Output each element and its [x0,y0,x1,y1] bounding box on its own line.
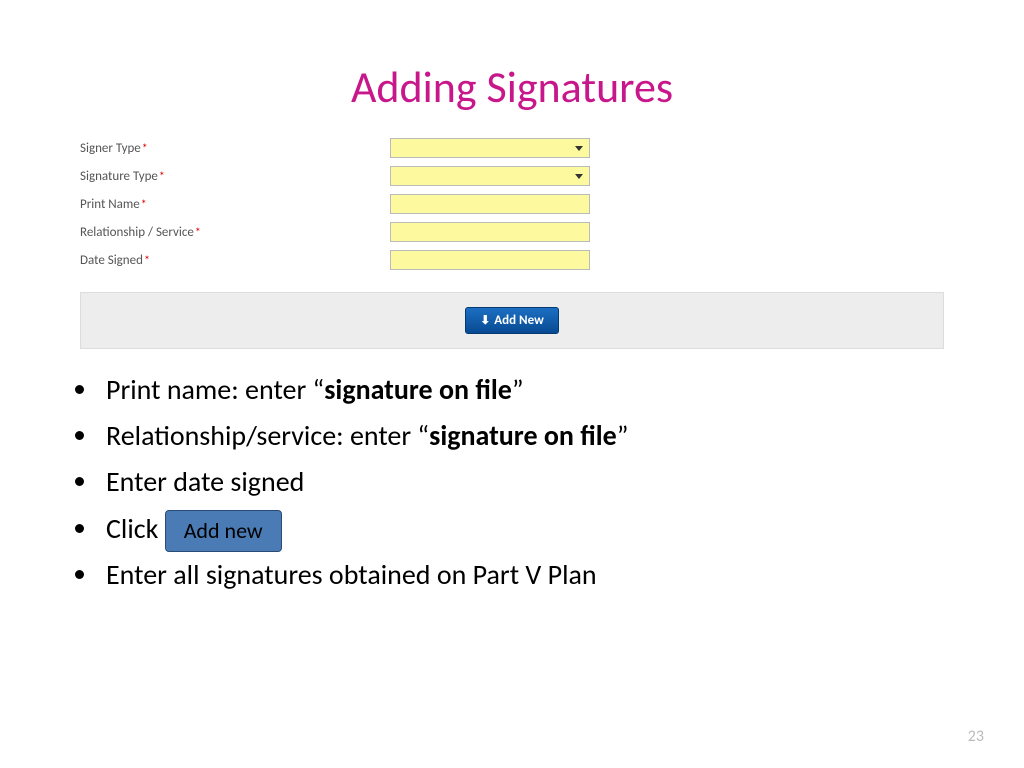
label-date-signed: Date Signed* [80,253,390,268]
row-signature-type: Signature Type* [80,162,944,190]
label-print-name: Print Name* [80,197,390,212]
label-signature-type: Signature Type* [80,169,390,184]
bullet-relationship: Relationship/service: enter “signature o… [100,413,964,459]
required-mark: * [195,226,201,240]
signature-form: Signer Type* Signature Type* Print Name*… [80,134,944,349]
input-date-signed[interactable] [390,250,590,270]
required-mark: * [159,170,165,184]
bullet-print-name: Print name: enter “signature on file” [100,367,964,413]
slide-title: Adding Signatures [60,60,964,114]
required-mark: * [142,142,148,156]
row-print-name: Print Name* [80,190,944,218]
row-relationship: Relationship / Service* [80,218,944,246]
row-date-signed: Date Signed* [80,246,944,274]
label-signer-type: Signer Type* [80,141,390,156]
page-number: 23 [968,727,984,746]
bullet-enter-all: Enter all signatures obtained on Part V … [100,552,964,598]
required-mark: * [144,254,150,268]
inline-add-new-button: Add new [165,510,282,552]
select-signature-type[interactable] [390,166,590,186]
button-bar: ⬇ Add New [80,292,944,349]
bullet-click-add: Click Add new [100,506,964,552]
required-mark: * [141,198,147,212]
download-arrow-icon: ⬇ [480,314,490,328]
input-print-name[interactable] [390,194,590,214]
add-new-label: Add New [494,313,544,328]
add-new-button[interactable]: ⬇ Add New [465,307,559,334]
input-relationship[interactable] [390,222,590,242]
select-signer-type[interactable] [390,138,590,158]
label-relationship: Relationship / Service* [80,225,390,240]
row-signer-type: Signer Type* [80,134,944,162]
instruction-list: Print name: enter “signature on file” Re… [100,367,964,598]
bullet-date-signed: Enter date signed [100,459,964,505]
